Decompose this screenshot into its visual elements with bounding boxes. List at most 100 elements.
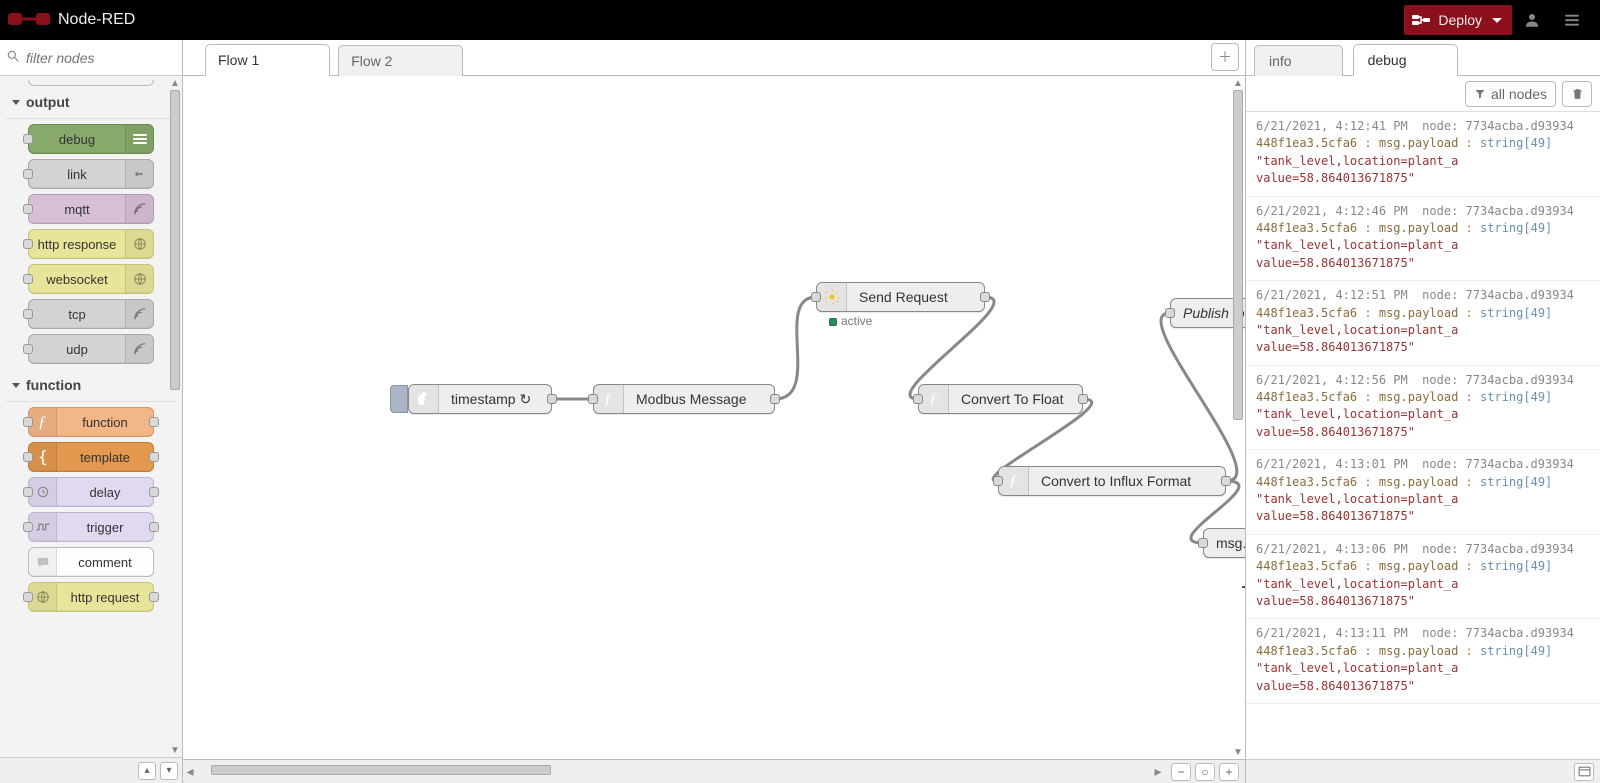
menu-button[interactable] [1552, 0, 1592, 40]
debug-message[interactable]: 6/21/2021, 4:13:01 PM node: 7734acba.d93… [1246, 450, 1600, 535]
inject-trigger-button[interactable] [390, 385, 408, 413]
palette-node-http-response[interactable]: http response [28, 229, 154, 259]
node-input-port[interactable] [811, 292, 821, 302]
palette-node-link[interactable]: link [28, 159, 154, 189]
msg-node: node: 7734acba.d93934 [1422, 457, 1574, 471]
palette-node-label: delay [57, 485, 153, 500]
node-input-port[interactable] [588, 394, 598, 404]
debug-clear-button[interactable] [1562, 81, 1592, 107]
palette-node-debug[interactable]: debug [28, 124, 154, 154]
waves-icon [125, 335, 153, 363]
palette-node-websocket[interactable]: websocket [28, 264, 154, 294]
msg-time: 6/21/2021, 4:13:11 PM [1256, 626, 1408, 640]
node-output-port[interactable] [149, 452, 159, 462]
palette-node-udp[interactable]: udp [28, 334, 154, 364]
tab-flow-2[interactable]: Flow 2 [338, 45, 463, 76]
msg-payload: "tank_level,location=plant_a value=58.86… [1256, 237, 1590, 272]
node-output-port[interactable] [149, 592, 159, 602]
palette-node-mqtt[interactable]: mqtt [28, 194, 154, 224]
user-button[interactable] [1512, 0, 1552, 40]
palette-category-output[interactable]: output [6, 86, 176, 119]
node-input-port[interactable] [23, 309, 33, 319]
debug-message[interactable]: 6/21/2021, 4:13:11 PM node: 7734acba.d93… [1246, 619, 1600, 704]
add-flow-button[interactable]: ＋ [1211, 43, 1239, 71]
svg-text:{: { [38, 448, 48, 466]
palette-node-comment[interactable]: comment [28, 547, 154, 577]
scroll-up-icon[interactable]: ▲ [1231, 76, 1245, 90]
node-convert-to-float[interactable]: ƒ Convert To Float [918, 384, 1083, 414]
tab-info[interactable]: info [1254, 45, 1343, 76]
palette-expand-button[interactable]: ▾ [160, 762, 178, 780]
scroll-left-icon[interactable]: ◂ [183, 763, 197, 780]
node-inject-timestamp[interactable]: timestamp ↻ [408, 384, 552, 414]
zoom-in-button[interactable]: + [1219, 763, 1239, 781]
node-output-port[interactable] [980, 292, 990, 302]
pulse-icon [29, 513, 57, 541]
debug-message[interactable]: 6/21/2021, 4:12:46 PM node: 7734acba.d93… [1246, 197, 1600, 282]
waves-icon [125, 300, 153, 328]
msg-payload: "tank_level,location=plant_a value=58.86… [1256, 322, 1590, 357]
palette-node-trigger[interactable]: trigger [28, 512, 154, 542]
node-send-request[interactable]: Send Request [816, 282, 985, 312]
msg-source: 448f1ea3.5cfa6 [1256, 559, 1357, 573]
tab-flow-1[interactable]: Flow 1 [205, 44, 330, 76]
debug-message[interactable]: 6/21/2021, 4:12:56 PM node: 7734acba.d93… [1246, 366, 1600, 451]
node-input-port[interactable] [23, 239, 33, 249]
node-output-port[interactable] [1078, 394, 1088, 404]
palette-scrollbar-thumb[interactable] [170, 90, 180, 390]
node-input-port[interactable] [23, 274, 33, 284]
debug-message[interactable]: 6/21/2021, 4:12:41 PM node: 7734acba.d93… [1246, 112, 1600, 197]
node-input-port[interactable] [1165, 308, 1175, 318]
wires [183, 76, 1245, 759]
node-input-port[interactable] [23, 522, 33, 532]
flow-canvas[interactable]: timestamp ↻ ƒ Modbus Message Send Reques… [183, 76, 1245, 759]
palette-node-http-request[interactable]: http request [28, 582, 154, 612]
tab-debug[interactable]: debug [1353, 44, 1458, 76]
msg-source: 448f1ea3.5cfa6 [1256, 475, 1357, 489]
brace-icon: { [29, 443, 57, 471]
node-input-port[interactable] [23, 452, 33, 462]
node-output-port[interactable] [547, 394, 557, 404]
palette-node-function[interactable]: ƒfunction [28, 407, 154, 437]
node-output-port[interactable] [770, 394, 780, 404]
node-input-port[interactable] [913, 394, 923, 404]
node-input-port[interactable] [993, 476, 1003, 486]
node-input-port[interactable] [23, 417, 33, 427]
node-modbus-message[interactable]: ƒ Modbus Message [593, 384, 775, 414]
node-output-port[interactable] [1221, 476, 1231, 486]
msg-property: msg.payload [1379, 559, 1458, 573]
node-input-port[interactable] [23, 204, 33, 214]
scroll-down-icon[interactable]: ▼ [168, 743, 182, 757]
debug-message[interactable]: 6/21/2021, 4:12:51 PM node: 7734acba.d93… [1246, 281, 1600, 366]
scroll-down-icon[interactable]: ▼ [1231, 745, 1245, 759]
node-input-port[interactable] [23, 487, 33, 497]
palette-node-tcp[interactable]: tcp [28, 299, 154, 329]
palette-category-function[interactable]: function [6, 369, 176, 402]
workspace: Flow 1 Flow 2 ＋ timestamp ↻ [183, 40, 1245, 783]
msg-node: node: 7734acba.d93934 [1422, 373, 1574, 387]
debug-message[interactable]: 6/21/2021, 4:13:06 PM node: 7734acba.d93… [1246, 535, 1600, 620]
node-input-port[interactable] [23, 134, 33, 144]
zoom-reset-button[interactable]: ○ [1195, 763, 1215, 781]
palette-collapse-button[interactable]: ▴ [138, 762, 156, 780]
open-window-button[interactable] [1574, 763, 1594, 781]
palette-node-template[interactable]: {template [28, 442, 154, 472]
node-input-port[interactable] [1198, 538, 1208, 548]
zoom-out-button[interactable]: − [1171, 763, 1191, 781]
node-input-port[interactable] [23, 344, 33, 354]
msg-payload: "tank_level,location=plant_a value=58.86… [1256, 660, 1590, 695]
node-output-port[interactable] [149, 417, 159, 427]
node-input-port[interactable] [23, 169, 33, 179]
node-input-port[interactable] [23, 592, 33, 602]
canvas-hscroll[interactable] [211, 765, 1137, 779]
scroll-right-icon[interactable]: ▸ [1151, 763, 1165, 780]
node-output-port[interactable] [149, 487, 159, 497]
canvas-vscroll-thumb[interactable] [1233, 90, 1243, 420]
canvas-hscroll-thumb[interactable] [211, 765, 551, 775]
debug-filter-button[interactable]: all nodes [1465, 81, 1556, 107]
node-output-port[interactable] [149, 522, 159, 532]
scroll-up-icon[interactable]: ▲ [168, 76, 182, 90]
deploy-button[interactable]: Deploy [1404, 5, 1512, 35]
node-convert-to-influx[interactable]: ƒ Convert to Influx Format [998, 466, 1226, 496]
palette-node-delay[interactable]: delay [28, 477, 154, 507]
